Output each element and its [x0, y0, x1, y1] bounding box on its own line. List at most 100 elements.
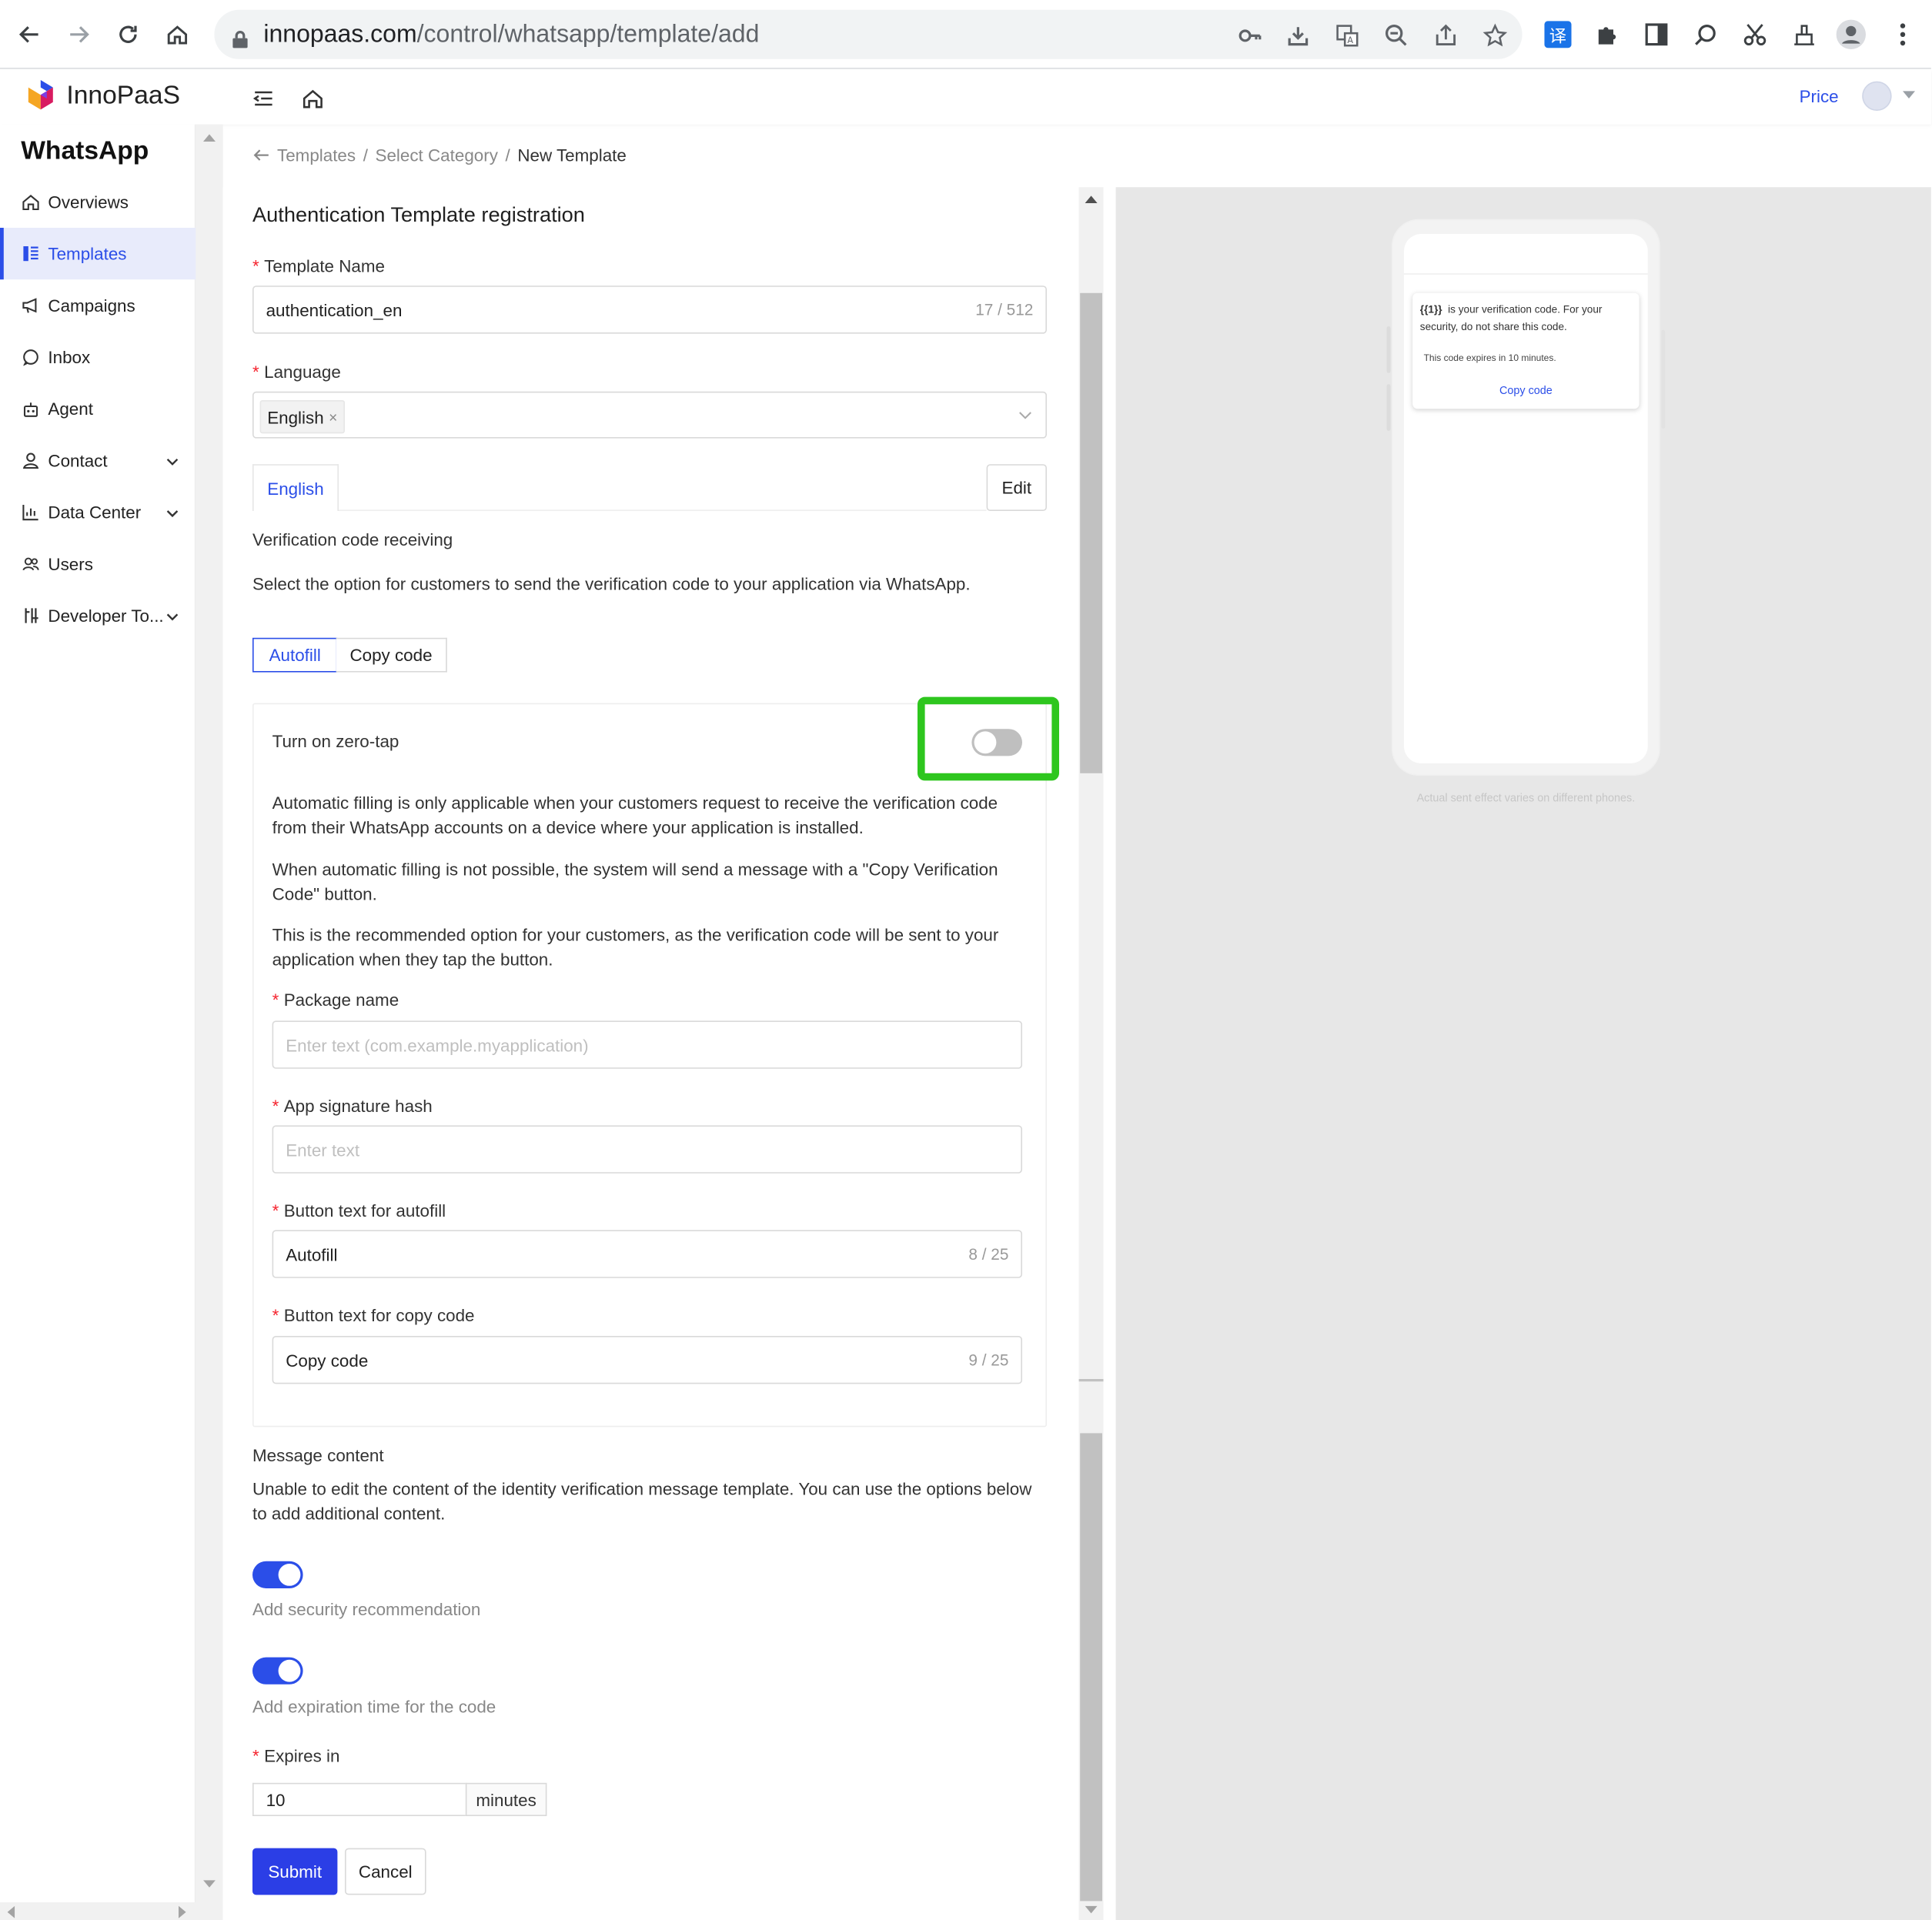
- menu-dots-icon[interactable]: [1888, 20, 1917, 49]
- verification-heading: Verification code receiving: [252, 529, 453, 549]
- back-icon[interactable]: [12, 17, 47, 52]
- sidebar-item-contact[interactable]: Contact: [0, 435, 196, 486]
- key-icon[interactable]: [1236, 22, 1263, 49]
- brand-logo[interactable]: InnoPaaS: [22, 78, 180, 115]
- expires-in-input[interactable]: 10: [252, 1782, 467, 1816]
- tab-english[interactable]: English: [252, 464, 339, 511]
- chevron-down-icon: [166, 452, 179, 472]
- toggle-knob: [974, 731, 997, 754]
- sidebar-item-agent[interactable]: Agent: [0, 383, 196, 435]
- message-content-description: Unable to edit the content of the identi…: [252, 1478, 1032, 1524]
- sidebar-item-templates[interactable]: Templates: [0, 228, 196, 280]
- breadcrumb-select-category[interactable]: Select Category: [376, 145, 498, 165]
- char-counter: 9 / 25: [968, 1351, 1009, 1370]
- verification-description: Select the option for customers to send …: [252, 573, 971, 594]
- security-recommendation-toggle[interactable]: [252, 1561, 303, 1588]
- zero-tap-paragraph-2: When automatic filling is not possible, …: [272, 859, 998, 904]
- sidebar-item-label: Contact: [48, 450, 108, 471]
- robot-icon: [22, 400, 39, 417]
- sidebar-scrollbar[interactable]: [196, 124, 223, 1902]
- sidebar-item-developer-tools[interactable]: Developer To...: [0, 589, 196, 641]
- phone-button: [1386, 384, 1391, 431]
- translate-icon[interactable]: A: [1334, 22, 1361, 49]
- zero-tap-label: Turn on zero-tap: [272, 731, 399, 751]
- scroll-down-icon[interactable]: [1085, 1905, 1098, 1914]
- app-signature-label: * App signature hash: [272, 1096, 433, 1116]
- sidebar-horizontal-scrollbar[interactable]: [0, 1902, 223, 1920]
- panel-gap: [1103, 187, 1116, 1920]
- toggle-knob: [278, 1659, 301, 1682]
- edit-button[interactable]: Edit: [986, 464, 1047, 511]
- preview-copy-code-button: Copy code: [1499, 384, 1553, 397]
- install-icon[interactable]: [1285, 22, 1312, 49]
- security-recommendation-label: Add security recommendation: [252, 1599, 481, 1619]
- toggle-knob: [278, 1564, 301, 1586]
- sidebar-item-overviews[interactable]: Overviews: [0, 176, 196, 228]
- chart-icon: [22, 503, 39, 521]
- template-name-input[interactable]: authentication_en 17 / 512: [252, 285, 1047, 334]
- scroll-left-icon[interactable]: [7, 1905, 15, 1918]
- back-arrow-icon[interactable]: [252, 146, 269, 163]
- home-icon[interactable]: [160, 17, 195, 52]
- submit-button[interactable]: Submit: [252, 1848, 338, 1895]
- package-name-input[interactable]: Enter text (com.example.myapplication): [272, 1020, 1023, 1069]
- option-copy-code[interactable]: Copy code: [336, 637, 447, 673]
- message-content-heading: Message content: [252, 1445, 384, 1465]
- share-icon[interactable]: [1432, 22, 1459, 49]
- required-mark: *: [272, 990, 279, 1010]
- cleaner-icon[interactable]: [1790, 20, 1819, 49]
- chevron-down-icon[interactable]: [1018, 411, 1032, 419]
- scrollbar-thumb[interactable]: [1080, 1433, 1102, 1902]
- profile-icon[interactable]: [1836, 19, 1866, 50]
- required-mark: *: [272, 1200, 279, 1220]
- sidebar-item-label: Data Center: [48, 502, 142, 523]
- scrollbar-divider: [1078, 1379, 1104, 1382]
- forward-icon[interactable]: [62, 17, 96, 52]
- scroll-down-icon[interactable]: [203, 1880, 216, 1888]
- collapse-menu-icon[interactable]: [252, 85, 277, 109]
- zoom-out-icon[interactable]: [1383, 22, 1410, 49]
- language-tag: English ×: [259, 400, 345, 434]
- home-icon[interactable]: [302, 85, 326, 109]
- search-lens-icon[interactable]: [1691, 20, 1720, 49]
- sidebar-item-users[interactable]: Users: [0, 538, 196, 589]
- price-link[interactable]: Price: [1800, 86, 1839, 106]
- zero-tap-paragraph-3: This is the recommended option for your …: [272, 924, 999, 970]
- breadcrumb-templates[interactable]: Templates: [277, 145, 356, 165]
- chevron-down-icon[interactable]: [1903, 91, 1915, 99]
- scissors-icon[interactable]: [1740, 20, 1770, 49]
- puzzle-icon[interactable]: [1593, 20, 1622, 49]
- avatar[interactable]: [1862, 81, 1892, 111]
- sidebar-item-data-center[interactable]: Data Center: [0, 486, 196, 538]
- sidebar-item-campaigns[interactable]: Campaigns: [0, 279, 196, 331]
- sidebar-item-inbox[interactable]: Inbox: [0, 331, 196, 382]
- option-autofill[interactable]: Autofill: [252, 637, 338, 673]
- expiration-time-toggle[interactable]: [252, 1657, 303, 1685]
- innopaas-logo-icon: [28, 80, 53, 110]
- scroll-up-icon[interactable]: [1085, 195, 1098, 203]
- autofill-button-text-input[interactable]: Autofill 8 / 25: [272, 1230, 1023, 1278]
- chevron-down-icon: [166, 607, 179, 627]
- zero-tap-toggle[interactable]: [971, 729, 1022, 756]
- form-scrollbar[interactable]: [1078, 187, 1104, 1920]
- sidebar-title: WhatsApp: [21, 136, 149, 165]
- megaphone-icon: [22, 297, 39, 314]
- phone-button: [1386, 326, 1391, 373]
- cancel-button[interactable]: Cancel: [345, 1848, 426, 1895]
- url-text: innopaas.com/control/whatsapp/template/a…: [263, 21, 760, 48]
- side-panel-icon[interactable]: [1642, 20, 1671, 49]
- app-signature-input[interactable]: Enter text: [272, 1125, 1023, 1174]
- scrollbar-thumb[interactable]: [1080, 292, 1102, 773]
- extension-translate-icon[interactable]: 译: [1543, 20, 1573, 49]
- copy-button-text-input[interactable]: Copy code 9 / 25: [272, 1336, 1023, 1384]
- reload-icon[interactable]: [111, 17, 145, 52]
- language-select[interactable]: English ×: [252, 391, 1047, 439]
- close-icon[interactable]: ×: [329, 408, 337, 425]
- scroll-up-icon[interactable]: [203, 134, 216, 142]
- required-mark: *: [252, 362, 259, 382]
- sidebar-item-label: Templates: [48, 243, 127, 264]
- address-bar[interactable]: innopaas.com/control/whatsapp/template/a…: [214, 9, 1523, 59]
- lock-icon: [232, 25, 249, 57]
- scroll-right-icon[interactable]: [179, 1905, 186, 1918]
- star-icon[interactable]: [1482, 22, 1509, 49]
